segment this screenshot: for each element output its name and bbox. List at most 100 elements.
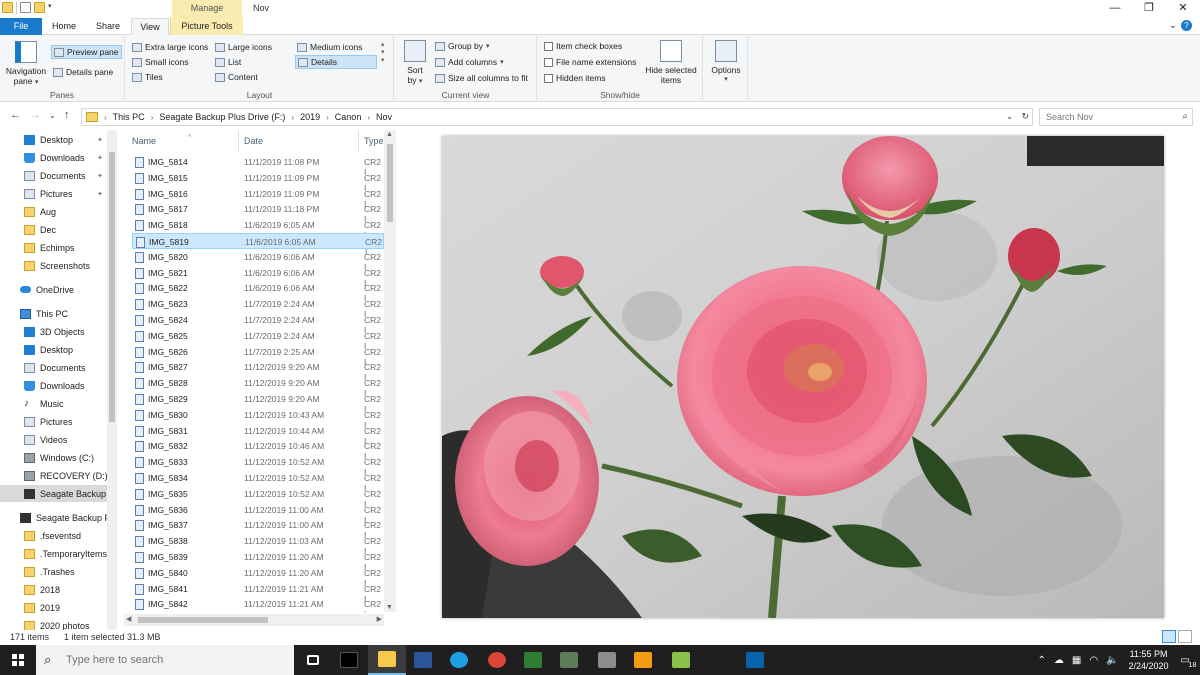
sidebar-item[interactable]: Echimps [0,239,107,256]
file-row[interactable]: IMG_581811/6/2019 6:05 AMCR2 I [132,217,384,240]
sidebar-item[interactable]: .Trashes [0,563,107,580]
navigation-pane-scrollbar[interactable] [107,130,117,630]
file-row[interactable]: IMG_5815 11/1/2019 11:09 PM CR2 I [132,170,384,193]
breadcrumb-this-pc[interactable]: This PC [113,112,145,122]
small-icons-button[interactable]: Small icons [132,57,188,67]
scrollbar-thumb[interactable] [109,152,115,422]
file-row[interactable]: IMG_5814 11/1/2019 11:08 PM CR2 I [132,154,384,177]
clock[interactable]: 11:55 PM 2/24/2020 [1129,648,1169,672]
tab-home[interactable]: Home [44,18,84,35]
file-row[interactable]: IMG_5820 11/6/2019 6:06 AM CR2 I [132,249,384,272]
breadcrumb-nov[interactable]: Nov [376,112,392,122]
taskbar-app-file-explorer[interactable] [368,645,406,675]
sidebar-item[interactable]: Desktop ✦ [0,131,107,148]
column-header-name[interactable]: ^ Name [132,130,240,152]
chevron-down-icon[interactable]: ⌄ [1169,20,1177,31]
up-arrow-icon[interactable]: ↑ [64,109,70,121]
taskbar-app-money-app[interactable] [514,645,552,675]
sort-by-button[interactable]: Sort by ▾ [401,40,429,87]
large-icons-view-icon[interactable] [1178,630,1192,643]
file-row[interactable]: IMG_5842 11/12/2019 11:21 AM CR2 I [132,596,384,612]
taskbar-search[interactable]: ⌕ [36,645,294,675]
network-icon[interactable]: ▦ [1072,655,1081,666]
chevron-up-icon[interactable]: ⌃ [1037,655,1045,666]
file-row[interactable]: IMG_5829 11/12/2019 9:20 AM CR2 I [132,391,384,414]
wifi-icon[interactable]: ◠ [1089,655,1098,666]
file-row[interactable]: IMG_5838 11/12/2019 11:03 AM CR2 I [132,533,384,556]
breadcrumb-2019[interactable]: 2019 [300,112,320,122]
search-box[interactable]: ⌕ [1039,108,1193,126]
scroll-left-icon[interactable]: ◀ [126,615,131,623]
file-row[interactable]: IMG_5835 11/12/2019 10:52 AM CR2 I [132,486,384,509]
back-arrow-icon[interactable]: ← [10,109,21,121]
notifications-icon[interactable]: ▭ 18 [1181,655,1197,669]
breadcrumb-drive[interactable]: Seagate Backup Plus Drive (F:) [159,112,285,122]
sidebar-item[interactable]: Seagate Backup [0,485,107,502]
hide-selected-items-button[interactable]: Hide selected items [642,40,700,85]
taskbar-app-green-app[interactable] [662,645,700,675]
details-button[interactable]: Details [295,55,377,69]
group-by-button[interactable]: Group by ▾ [435,41,489,51]
sidebar-item[interactable]: .fseventsd [0,527,107,544]
taskbar-app-task-view[interactable] [294,645,332,675]
sidebar-item[interactable]: Desktop [0,341,107,358]
details-pane-button[interactable]: Details pane [53,67,113,77]
layout-scroll-arrows-icon[interactable]: ▴ ▾ ▾ [381,41,385,65]
forward-arrow-icon[interactable]: → [30,109,41,121]
recent-locations-icon[interactable]: ⌄ [49,111,56,120]
file-row[interactable]: IMG_5824 11/7/2019 2:24 AM CR2 I [132,312,384,335]
file-row[interactable]: IMG_5840 11/12/2019 11:20 AM CR2 I [132,565,384,588]
sidebar-item[interactable]: .TemporaryItems [0,545,107,562]
file-row[interactable]: IMG_5836 11/12/2019 11:00 AM CR2 I [132,502,384,525]
preview-pane-button[interactable]: Preview pane [51,45,122,59]
sidebar-item[interactable]: Downloads [0,377,107,394]
file-row[interactable]: IMG_5828 11/12/2019 9:20 AM CR2 I [132,375,384,398]
sidebar-item[interactable]: Windows (C:) [0,449,107,466]
navigation-pane-button[interactable]: Navigation pane ▾ [4,41,48,88]
file-row[interactable]: IMG_5817 11/1/2019 11:18 PM CR2 I [132,201,384,224]
sidebar-item[interactable]: 3D Objects [0,323,107,340]
details-view-icon[interactable] [1162,630,1176,643]
help-icon[interactable]: ? [1181,20,1192,31]
taskbar-app-screenshot-app[interactable] [588,645,626,675]
file-row[interactable]: IMG_5826 11/7/2019 2:25 AM CR2 I [132,344,384,367]
refresh-icon[interactable]: ↻ [1021,111,1029,122]
sidebar-item[interactable]: Videos [0,431,107,448]
tab-share[interactable]: Share [86,18,130,35]
sidebar-item[interactable]: OneDrive [0,281,107,298]
taskbar-app-chat-app[interactable] [624,645,662,675]
sidebar-item[interactable]: Documents [0,359,107,376]
address-bar[interactable]: › This PC › Seagate Backup Plus Drive (F… [81,108,1033,126]
file-row[interactable]: IMG_5827 11/12/2019 9:20 AM CR2 I [132,359,384,382]
sidebar-item[interactable]: Downloads ✦ [0,149,107,166]
scroll-up-icon[interactable]: ▲ [386,131,393,138]
search-input[interactable] [1040,109,1172,125]
file-row[interactable]: IMG_5837 11/12/2019 11:00 AM CR2 I [132,517,384,540]
taskbar-app-internet-explorer[interactable] [440,645,478,675]
size-all-columns-button[interactable]: Size all columns to fit [435,73,528,83]
file-row[interactable]: IMG_5841 11/12/2019 11:21 AM CR2 I [132,581,384,604]
taskbar-search-input[interactable] [66,652,286,668]
sidebar-item[interactable]: 2018 [0,581,107,598]
sidebar-item[interactable]: Seagate Backup P [0,509,107,526]
column-divider[interactable] [238,130,239,152]
properties-icon[interactable] [20,2,31,13]
list-button[interactable]: List [215,57,241,67]
medium-icons-button[interactable]: Medium icons [297,42,362,52]
start-button[interactable] [0,645,36,675]
maximize-button[interactable]: ❐ [1132,0,1166,18]
tab-view[interactable]: View [131,18,169,36]
taskbar-app-word[interactable] [404,645,442,675]
file-row[interactable]: IMG_5833 11/12/2019 10:52 AM CR2 I [132,454,384,477]
column-header-type[interactable]: Type [364,130,384,152]
extra-large-icons-button[interactable]: Extra large icons [132,42,208,52]
minimize-button[interactable]: — [1098,0,1132,18]
sidebar-item[interactable]: ♪ Music [0,395,107,412]
content-button[interactable]: Content [215,72,258,82]
file-row[interactable]: IMG_5825 11/7/2019 2:24 AM CR2 I [132,328,384,351]
sidebar-item[interactable]: Dec [0,221,107,238]
chevron-down-icon[interactable]: ⌄ [1006,111,1014,122]
search-icon[interactable]: ⌕ [1182,111,1188,122]
scrollbar-thumb[interactable] [387,144,393,222]
file-row[interactable]: IMG_5832 11/12/2019 10:46 AM CR2 I [132,438,384,461]
